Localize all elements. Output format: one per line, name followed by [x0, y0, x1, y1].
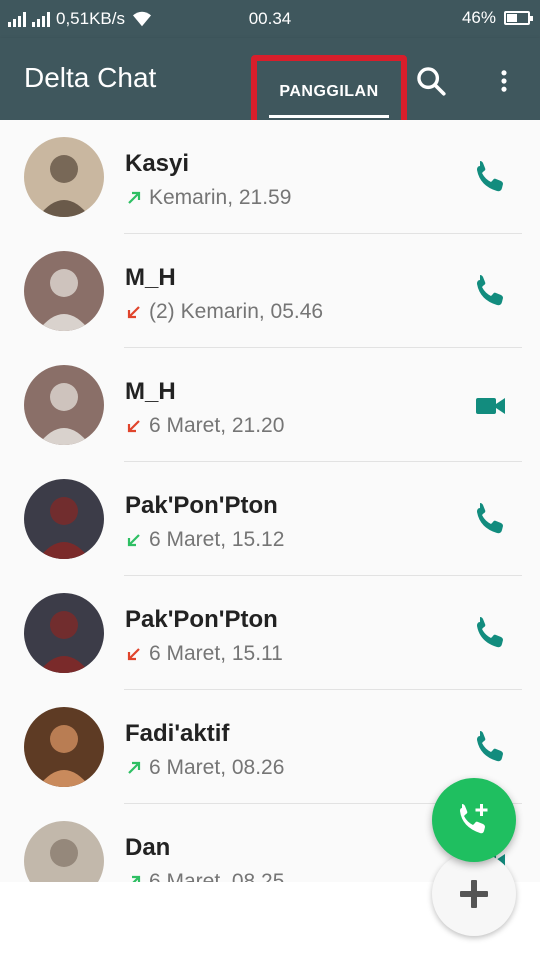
tab-calls-label: PANGGILAN	[279, 83, 379, 100]
contact-name: M_H	[125, 378, 176, 405]
call-log-item[interactable]: M_H (2) Kemarin, 05.46	[0, 234, 540, 348]
phone-call-icon[interactable]	[472, 160, 508, 196]
contact-photo-icon	[24, 365, 104, 445]
call-meta: 6 Maret, 08.25	[125, 870, 284, 882]
phone-call-icon[interactable]	[472, 274, 508, 310]
call-log-item[interactable]: M_H 6 Maret, 21.20	[0, 348, 540, 462]
call-outgoing-arrow-icon	[132, 875, 141, 882]
avatar[interactable]	[24, 251, 104, 331]
contact-photo-icon	[24, 479, 104, 559]
call-meta: 6 Maret, 08.26	[125, 756, 284, 780]
status-time: 00.34	[248, 9, 292, 28]
avatar[interactable]	[24, 707, 104, 787]
contact-photo-icon	[24, 251, 104, 331]
avatar[interactable]	[24, 365, 104, 445]
contact-photo-icon	[24, 707, 104, 787]
contact-name: Fadi'aktif	[125, 720, 230, 747]
call-meta: 6 Maret, 21.20	[125, 414, 284, 438]
app-toolbar: Delta Chat PANGGILAN	[0, 38, 540, 127]
call-incoming-arrow-icon	[127, 534, 140, 547]
call-time: 6 Maret, 08.26	[149, 756, 285, 779]
call-log-item[interactable]: Pak'Pon'Pton 6 Maret, 15.12	[0, 462, 540, 576]
call-log-list[interactable]: Kasyi Kemarin, 21.59 M_H (2) Kemarin, 05…	[0, 120, 540, 882]
call-log-item[interactable]: Pak'Pon'Pton 6 Maret, 15.11	[0, 576, 540, 690]
avatar[interactable]	[24, 593, 104, 673]
phone-call-icon[interactable]	[472, 730, 508, 766]
contact-name: M_H	[125, 264, 176, 291]
avatar[interactable]	[24, 137, 104, 217]
battery-icon	[504, 11, 533, 25]
phone-call-icon[interactable]	[472, 616, 508, 652]
contact-photo-icon	[24, 821, 104, 882]
plus-icon	[460, 880, 488, 908]
call-outgoing-arrow-icon	[128, 191, 141, 204]
call-time: 6 Maret, 08.25	[149, 870, 285, 882]
call-missed-arrow-icon	[127, 648, 140, 661]
contact-name: Dan	[125, 834, 171, 861]
contact-photo-icon	[24, 593, 104, 673]
contact-photo-icon	[24, 137, 104, 217]
contact-name: Pak'Pon'Pton	[125, 492, 278, 519]
battery-percent: 46%	[461, 8, 496, 27]
tab-calls[interactable]: PANGGILAN	[251, 55, 407, 127]
call-time: 6 Maret, 15.12	[149, 528, 285, 551]
add-call-icon	[460, 804, 488, 834]
status-bar: 0,51KB/s 00.34 46%	[0, 0, 540, 38]
call-time: 6 Maret, 15.11	[149, 642, 283, 665]
avatar[interactable]	[24, 821, 104, 882]
contact-name: Pak'Pon'Pton	[125, 606, 278, 633]
call-time: Kemarin, 21.59	[149, 186, 292, 209]
new-call-button[interactable]	[432, 778, 516, 862]
tab-indicator	[269, 115, 389, 118]
call-meta: (2) Kemarin, 05.46	[125, 300, 323, 324]
new-chat-button[interactable]	[432, 852, 516, 936]
call-count: (2)	[149, 300, 175, 323]
contact-name: Kasyi	[125, 150, 190, 177]
call-meta: Kemarin, 21.59	[125, 186, 291, 210]
call-meta: 6 Maret, 15.12	[125, 528, 284, 552]
call-log-item[interactable]: Kasyi Kemarin, 21.59	[0, 120, 540, 234]
search-icon[interactable]	[414, 64, 448, 98]
app-title: Delta Chat	[24, 62, 157, 93]
call-missed-arrow-icon	[127, 420, 140, 433]
phone-call-icon[interactable]	[472, 502, 508, 538]
call-missed-arrow-icon	[127, 306, 140, 319]
avatar[interactable]	[24, 479, 104, 559]
call-time: Kemarin, 05.46	[180, 300, 324, 323]
call-meta: 6 Maret, 15.11	[125, 642, 283, 666]
more-vert-icon[interactable]	[490, 64, 518, 98]
call-outgoing-arrow-icon	[128, 761, 141, 774]
video-call-icon[interactable]	[472, 388, 508, 424]
call-time: 6 Maret, 21.20	[149, 414, 285, 437]
